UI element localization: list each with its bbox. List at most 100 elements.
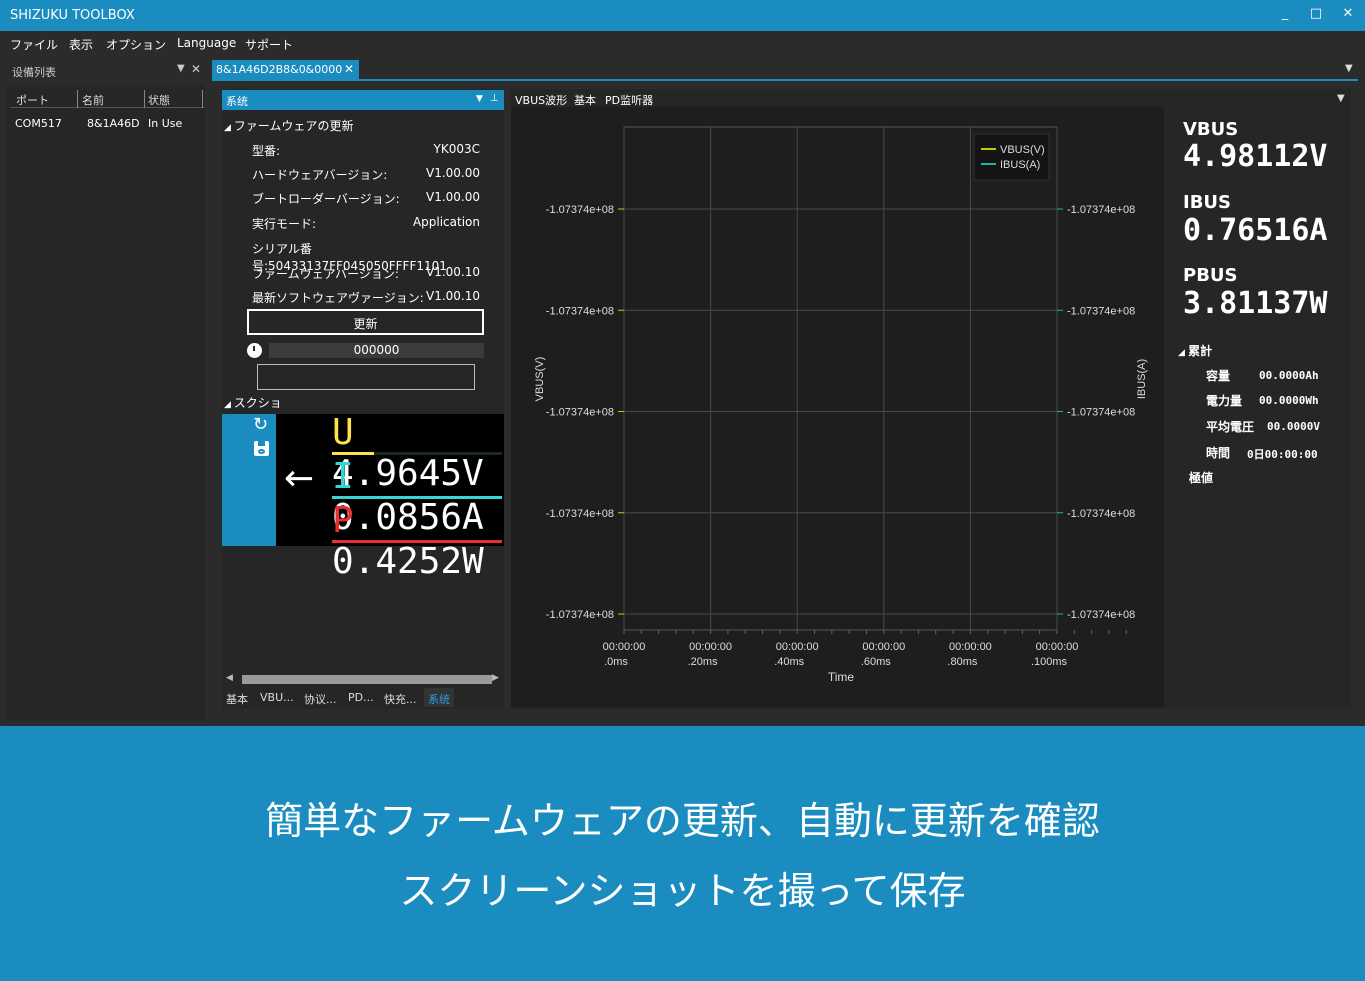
pin-icon[interactable]: ⊥ <box>490 93 499 104</box>
x-tick-label: .0ms <box>604 656 628 668</box>
bottom-tab-bar: 基本 VBU... 协议... PD... 快充... 系统 <box>222 688 504 708</box>
y-axis-label-left: VBUS(V) <box>534 357 546 402</box>
fw-version-value: V1.00.10 <box>425 265 480 279</box>
y-tick-label-right: -1.07374e+08 <box>1067 305 1135 317</box>
avg-voltage-label: 平均電圧 <box>1206 420 1255 434</box>
chevron-down-icon[interactable]: ▼ <box>476 94 483 104</box>
x-tick-label: .20ms <box>688 656 718 668</box>
menu-language[interactable]: Language <box>177 36 236 50</box>
extreme-values-toggle[interactable]: 極値 <box>1189 469 1213 486</box>
close-icon[interactable]: ✕ <box>191 62 201 76</box>
overflow-menu-icon[interactable]: ▼ <box>1337 93 1345 104</box>
device-list-panel: ポート 名前 状態 COM517 8&1A46D In Use <box>7 85 205 721</box>
scroll-left-icon[interactable]: ◀ <box>226 673 233 683</box>
menu-support[interactable]: サポート <box>245 36 293 53</box>
tab-basic[interactable]: 基本 <box>226 691 248 707</box>
x-tick-label: 00:00:00 <box>603 641 646 653</box>
y-tick-label-left: -1.07374e+08 <box>546 609 614 621</box>
system-panel-header[interactable]: 系统 ▼ ⊥ <box>222 90 504 110</box>
system-panel-title: 系统 <box>226 95 248 108</box>
energy-label: 電力量 <box>1206 394 1243 408</box>
device-list-tab[interactable]: 设備列表 ▼ ✕ <box>7 60 205 81</box>
device-doc-tab[interactable]: 8&1A46D2B8&0&0000 ✕ <box>212 60 359 79</box>
banner-line-2: スクリーンショットを撮って保存 <box>399 869 966 913</box>
menu-view[interactable]: 表示 <box>69 36 93 53</box>
chevron-down-icon[interactable]: ▼ <box>177 63 185 74</box>
chart-legend <box>973 133 1050 181</box>
time-label: 時間 <box>1206 446 1231 460</box>
menu-bar: ファイル 表示 オプション Language サポート <box>0 31 1365 57</box>
scroll-right-icon[interactable]: ▶ <box>492 673 499 683</box>
x-tick-label: 00:00:00 <box>862 641 905 653</box>
doc-tab-label: 8&1A46D2B8&0&0000 <box>216 63 343 76</box>
vbus-chart-area: 00:00:00 .0ms 00:00:00 .20ms 00:00:00 .40ms 00… <box>511 107 1164 707</box>
tab-basic-right[interactable]: 基本 <box>574 92 596 108</box>
device-list-title: 设備列表 <box>12 66 56 79</box>
title-bar: SHIZUKU TOOLBOX _ □ ✕ <box>0 0 1365 31</box>
clock-icon <box>247 343 262 358</box>
plot-area <box>623 126 1058 631</box>
tab-system[interactable]: 系统 <box>424 688 454 707</box>
x-tick-label: .40ms <box>774 656 804 668</box>
x-axis-label: Time <box>828 670 855 684</box>
screenshot-section-toggle[interactable]: ◢ スクショ <box>224 394 282 411</box>
tab-fast-charge[interactable]: 快充... <box>384 691 417 707</box>
row-state: In Use <box>148 117 183 130</box>
x-tick-label: 00:00:00 <box>689 641 732 653</box>
lcd-voltage-underline <box>332 452 374 455</box>
app-window: SHIZUKU TOOLBOX _ □ ✕ ファイル 表示 オプション Lang… <box>0 0 1365 726</box>
y-tick-label-left: -1.07374e+08 <box>546 508 614 520</box>
col-name[interactable]: 名前 <box>82 92 104 108</box>
x-tick-label: 00:00:00 <box>949 641 992 653</box>
menu-file[interactable]: ファイル <box>10 36 58 53</box>
tab-protocol[interactable]: 协议... <box>304 691 337 707</box>
update-button[interactable]: 更新 <box>247 309 484 335</box>
x-tick-label: 00:00:00 <box>1036 641 1079 653</box>
legend-entry: IBUS(A) <box>1000 159 1040 171</box>
col-port[interactable]: ポート <box>16 92 49 108</box>
accumulated-title: 累計 <box>1188 344 1213 358</box>
run-mode-value: Application <box>412 215 480 229</box>
overflow-menu-icon[interactable]: ▼ <box>1345 63 1353 74</box>
device-table-header: ポート 名前 状態 <box>10 90 205 108</box>
ibus-value: 0.76516A <box>1183 213 1328 248</box>
x-tick-label: 00:00:00 <box>776 641 819 653</box>
firmware-section-toggle[interactable]: ◢ ファームウェアの更新 <box>224 117 353 134</box>
tab-pd-listener[interactable]: PD监听器 <box>605 92 653 108</box>
y-axis-label-right: IBUS(A) <box>1136 359 1148 399</box>
close-button[interactable]: ✕ <box>1336 6 1360 26</box>
capacity-label: 容量 <box>1206 369 1231 383</box>
arrow-left-icon: ← <box>284 458 315 499</box>
measurement-panel: VBUS波形 基本 PD监听器 ▼ 00:00:00 .0ms 00:00:00 .2… <box>511 89 1351 709</box>
y-tick-label-right: -1.07374e+08 <box>1067 508 1135 520</box>
capacity-value: 00.0000Ah <box>1259 369 1319 382</box>
scroll-thumb[interactable] <box>242 675 492 684</box>
close-icon[interactable]: ✕ <box>344 62 354 76</box>
lcd-power-underline <box>332 540 502 543</box>
y-tick-label-right: -1.07374e+08 <box>1067 407 1135 419</box>
x-tick-label: .100ms <box>1031 656 1068 668</box>
model-label: 型番: <box>252 144 281 158</box>
pbus-value: 3.81137W <box>1183 286 1328 321</box>
device-screenshot: ↻ ← U 4.9645V I 0.0856A P 0.4252W <box>222 412 504 582</box>
horizontal-scrollbar[interactable]: ◀ ▶ <box>224 673 502 685</box>
x-tick-label: .60ms <box>861 656 891 668</box>
avg-voltage-value: 00.0000V <box>1267 420 1320 433</box>
tab-vbus[interactable]: VBU... <box>260 691 294 704</box>
y-tick-label-right: -1.07374e+08 <box>1067 609 1135 621</box>
vbus-label: VBUS <box>1183 119 1239 140</box>
tab-pd[interactable]: PD... <box>348 691 374 704</box>
menu-options[interactable]: オプション <box>106 36 166 53</box>
maximize-button[interactable]: □ <box>1304 6 1328 26</box>
y-tick-label-left: -1.07374e+08 <box>546 407 614 419</box>
tab-vbus-waveform[interactable]: VBUS波形 <box>515 92 567 108</box>
bootloader-version-label: ブートローダーバージョン: <box>252 192 400 206</box>
update-file-input[interactable] <box>257 364 475 390</box>
row-port: COM517 <box>15 117 62 130</box>
save-icon[interactable] <box>254 441 269 456</box>
accumulated-section-toggle[interactable]: ◢ 累計 <box>1178 342 1212 359</box>
refresh-icon[interactable]: ↻ <box>253 414 268 435</box>
minimize-button[interactable]: _ <box>1273 6 1297 26</box>
col-state[interactable]: 状態 <box>148 92 170 108</box>
latest-sw-version-value: V1.00.10 <box>425 289 480 303</box>
